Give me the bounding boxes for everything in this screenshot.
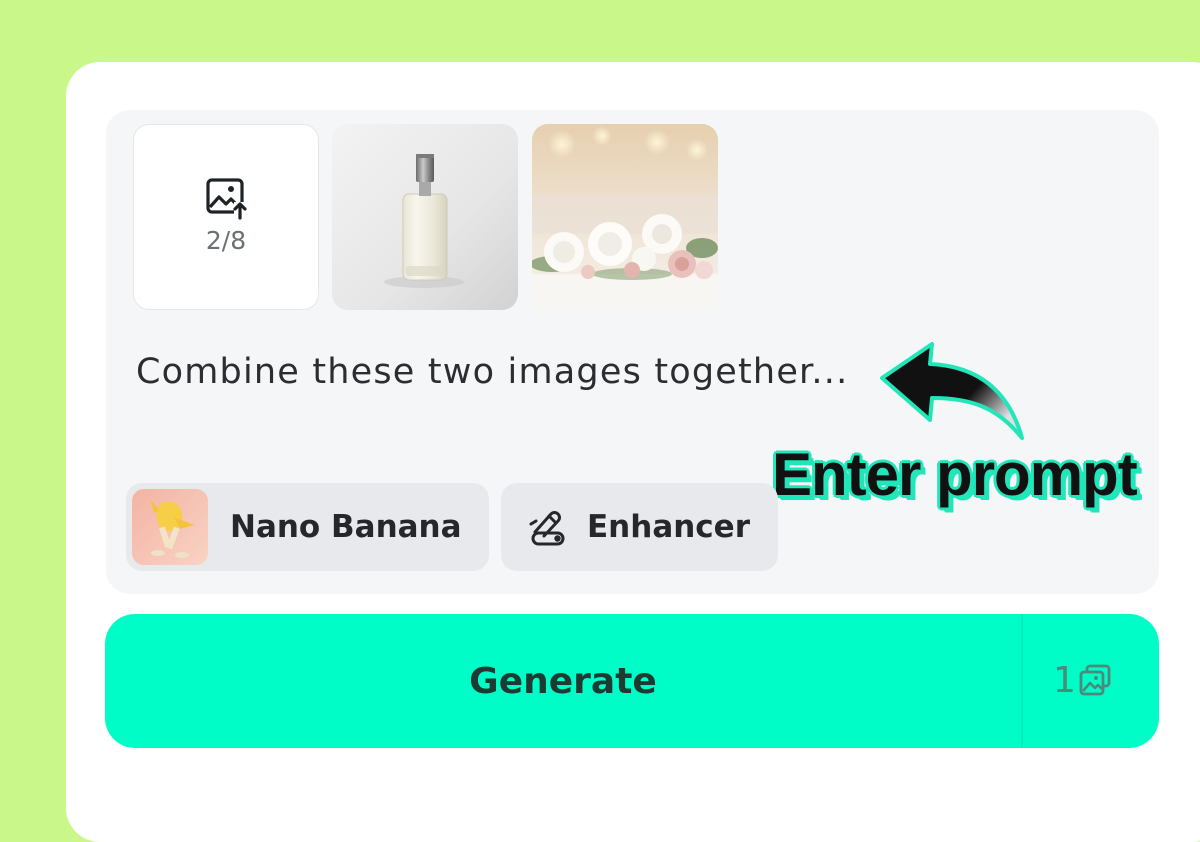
enhancer-label: Enhancer xyxy=(587,509,750,545)
model-selector-chip[interactable]: Nano Banana xyxy=(126,483,489,571)
nano-banana-avatar xyxy=(132,489,208,565)
image-upload-icon xyxy=(206,177,247,220)
uploaded-image-perfume[interactable] xyxy=(332,124,518,310)
magic-wand-toggle-icon xyxy=(529,511,565,546)
model-name: Nano Banana xyxy=(230,509,462,545)
generate-divider xyxy=(1021,614,1023,748)
image-count: 1 xyxy=(1053,659,1076,701)
prompt-input[interactable]: Combine these two images together... xyxy=(136,352,848,392)
generate-button[interactable]: Generate 1 xyxy=(105,614,1159,748)
images-icon xyxy=(1079,664,1111,696)
uploaded-image-flowers[interactable] xyxy=(532,124,718,310)
flowers-image xyxy=(532,124,718,310)
perfume-bottle-image xyxy=(332,124,518,310)
annotation-label: Enter prompt xyxy=(772,441,1138,508)
upload-count: 2/8 xyxy=(205,225,247,255)
image-count-selector[interactable]: 1 xyxy=(1053,658,1112,702)
generate-label: Generate xyxy=(469,660,657,702)
image-upload-tile[interactable]: 2/8 xyxy=(133,124,319,310)
enhancer-chip[interactable]: Enhancer xyxy=(501,483,778,571)
annotation-arrow-icon xyxy=(880,342,1024,440)
